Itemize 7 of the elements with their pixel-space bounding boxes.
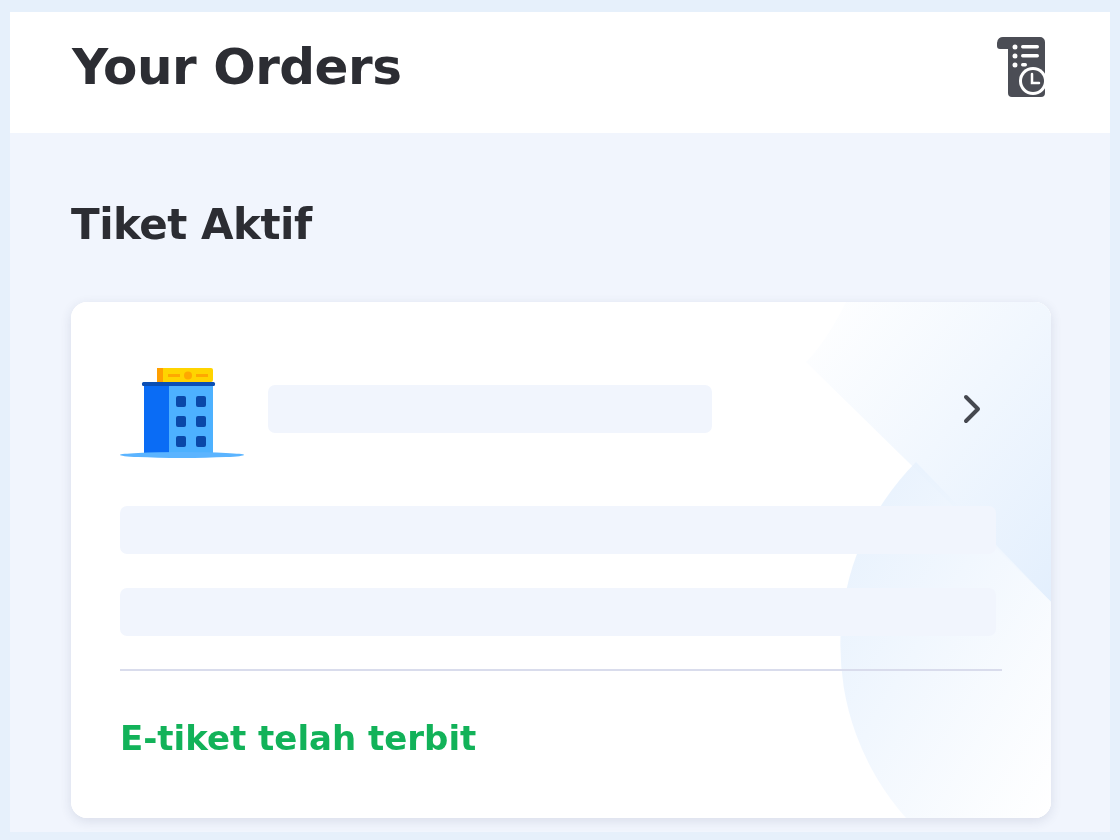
section-title: Tiket Aktif — [71, 199, 314, 251]
order-history-icon[interactable] — [996, 34, 1048, 97]
chevron-right-icon[interactable] — [962, 393, 982, 425]
order-card[interactable]: E-tiket telah terbit — [71, 302, 1051, 818]
ticket-status: E-tiket telah terbit — [120, 717, 478, 760]
page-title: Your Orders — [72, 36, 402, 98]
hotel-building-icon — [120, 368, 244, 458]
